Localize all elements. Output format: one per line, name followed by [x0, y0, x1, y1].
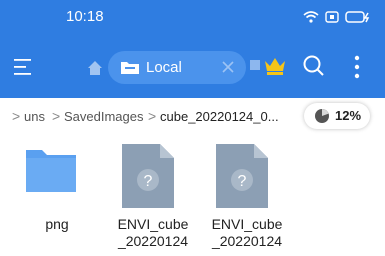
- menu-icon[interactable]: [12, 56, 34, 78]
- unknown-file-icon: ?: [122, 144, 174, 208]
- breadcrumb-item-current[interactable]: cube_20220124_0...: [160, 109, 279, 124]
- toolbar: Local: [0, 44, 385, 90]
- file-name: ENVI_cube _20220124: [117, 216, 189, 249]
- wifi-icon: [303, 11, 319, 23]
- folder-icon: [26, 150, 76, 192]
- status-time: 10:18: [66, 8, 104, 25]
- close-icon[interactable]: [221, 60, 235, 74]
- file-item-envi-cube-1[interactable]: ? ENVI_cube _20220124: [108, 144, 198, 254]
- window-icon: [250, 60, 260, 70]
- breadcrumb-item-uns[interactable]: uns: [24, 109, 45, 124]
- more-icon[interactable]: [352, 54, 362, 80]
- tab-local[interactable]: Local: [108, 51, 246, 84]
- crown-icon[interactable]: [262, 54, 288, 76]
- file-item-png[interactable]: png: [12, 144, 102, 254]
- breadcrumb-item-savedimages[interactable]: SavedImages: [64, 109, 144, 124]
- screen-record-icon: [325, 11, 339, 23]
- file-item-envi-cube-2[interactable]: ? ENVI_cube _20220124: [202, 144, 292, 254]
- file-name: png: [45, 216, 69, 232]
- breadcrumb-separator: >: [52, 108, 61, 124]
- storage-percent: 12%: [335, 108, 362, 123]
- file-name: ENVI_cube _20220124: [211, 216, 283, 249]
- breadcrumb-separator: >: [148, 108, 157, 124]
- folder-icon: [121, 62, 139, 74]
- tab-local-label: Local: [146, 59, 182, 76]
- breadcrumb-separator: >: [12, 108, 21, 124]
- storage-usage-badge[interactable]: 12%: [304, 103, 370, 129]
- svg-text:?: ?: [144, 173, 153, 190]
- home-icon[interactable]: [86, 59, 104, 77]
- status-bar: 10:18: [0, 0, 385, 34]
- pie-icon: [315, 108, 329, 123]
- search-icon[interactable]: [302, 54, 326, 78]
- svg-text:?: ?: [238, 173, 247, 190]
- status-icons: [303, 10, 371, 24]
- battery-charging-icon: [345, 11, 370, 23]
- app-header: 10:18 Local: [0, 0, 385, 98]
- unknown-file-icon: ?: [216, 144, 268, 208]
